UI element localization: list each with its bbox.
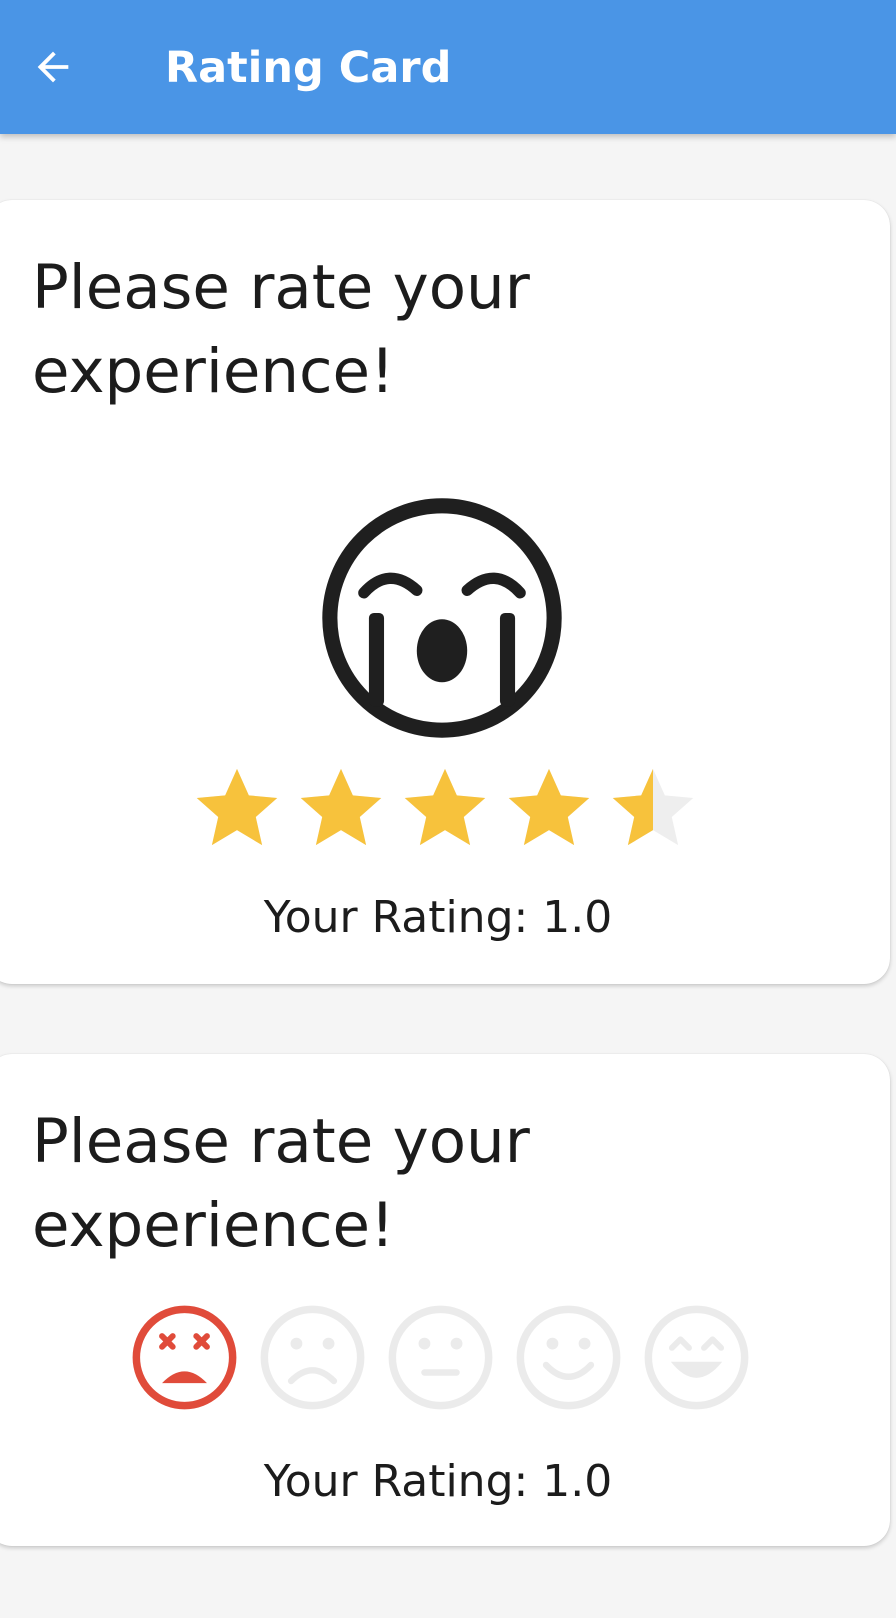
star-rating-bar[interactable] [191, 762, 701, 862]
star-icon[interactable] [295, 762, 387, 854]
rating-value-label: Your Rating: 1.0 [263, 1456, 613, 1507]
card-heading: Please rate your experience! [32, 1106, 530, 1261]
star-icon[interactable] [191, 762, 283, 854]
smile-face-icon[interactable] [515, 1304, 622, 1411]
star-rating-card: Please rate your experience! Your Rating… [0, 200, 890, 984]
emoji-rating-bar[interactable] [131, 1304, 771, 1414]
star-icon[interactable] [399, 762, 491, 854]
happy-face-icon[interactable] [643, 1304, 750, 1411]
card-heading: Please rate your experience! [32, 252, 530, 407]
star-icon[interactable] [607, 762, 699, 854]
back-button[interactable] [22, 36, 84, 98]
emoji-rating-card: Please rate your experience! Your Rating… [0, 1054, 890, 1546]
dizzy-face-icon[interactable] [131, 1304, 238, 1411]
app-bar: Rating Card [0, 0, 896, 134]
neutral-face-icon[interactable] [387, 1304, 494, 1411]
sad-face-icon[interactable] [259, 1304, 366, 1411]
app-bar-title: Rating Card [165, 43, 452, 93]
arrow-left-icon [37, 51, 69, 83]
rating-value-label: Your Rating: 1.0 [263, 892, 613, 943]
star-icon[interactable] [503, 762, 595, 854]
crying-face-icon [322, 498, 562, 738]
